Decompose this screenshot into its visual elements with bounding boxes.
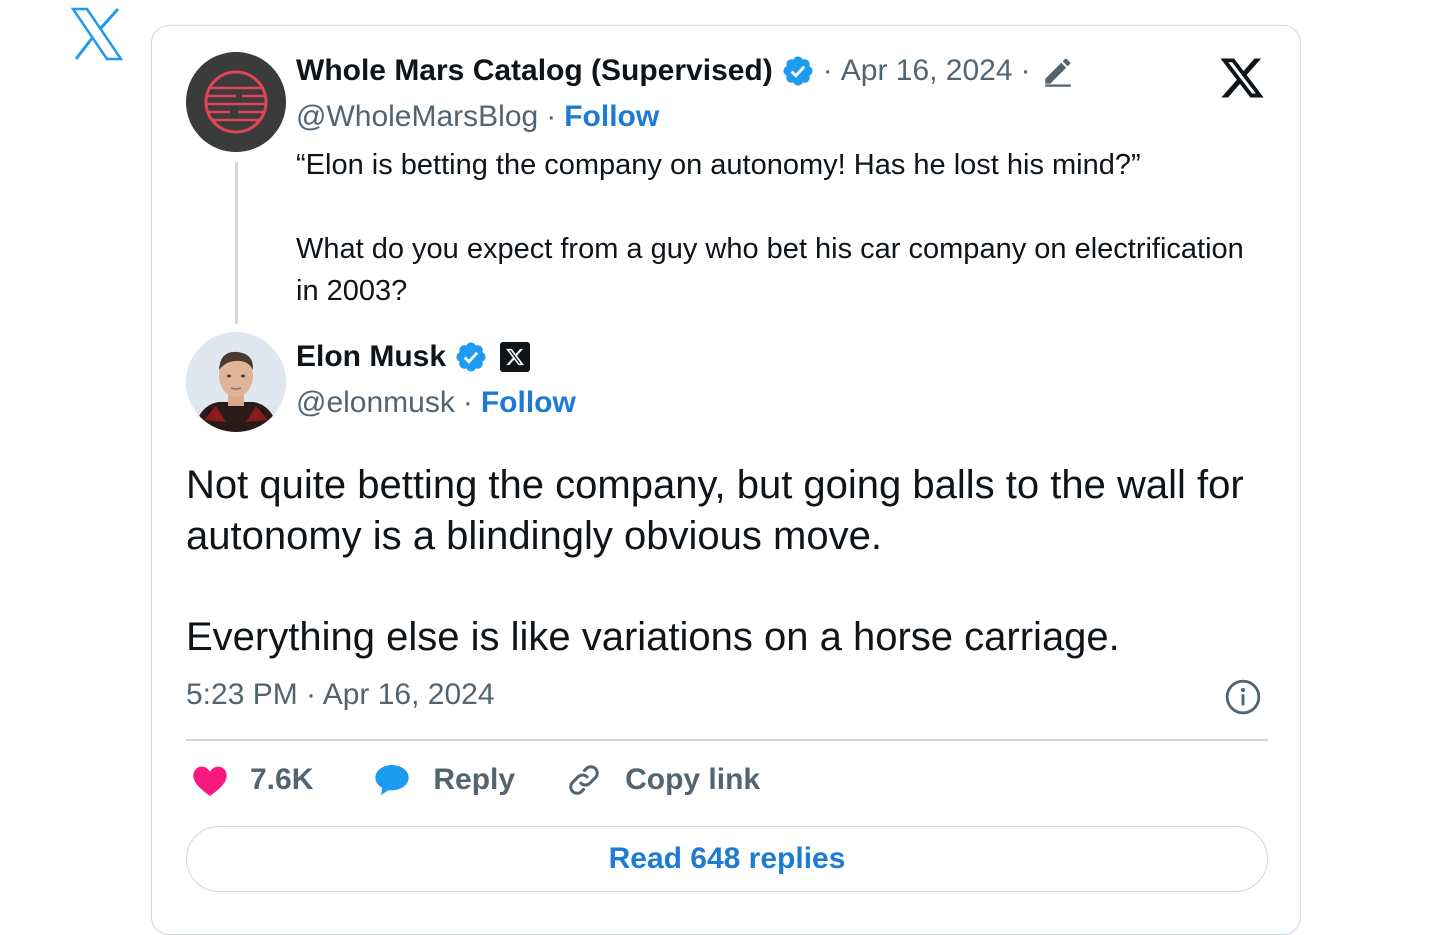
pencil-icon[interactable] [1041, 54, 1075, 88]
main-author-row: Elon Musk [296, 340, 531, 374]
quoted-date[interactable]: Apr 16, 2024 [841, 54, 1013, 88]
separator-dot: · [1020, 54, 1031, 87]
follow-button[interactable]: Follow [481, 386, 576, 420]
affiliation-x-badge-icon[interactable] [500, 342, 531, 372]
info-icon[interactable] [1224, 678, 1262, 716]
tweet-timestamp[interactable]: 5:23 PM · Apr 16, 2024 [186, 678, 495, 712]
reply-label: Reply [433, 763, 516, 796]
read-replies-button[interactable]: Read 648 replies [186, 826, 1268, 892]
quoted-author-row: Whole Mars Catalog (Supervised) · Apr 16… [296, 54, 1075, 88]
quoted-handle-row: @WholeMarsBlog · Follow [296, 100, 659, 134]
x-logo-icon[interactable] [1218, 54, 1266, 102]
separator-dot: · [462, 386, 473, 419]
mars-logo-icon [186, 52, 286, 152]
copy-link-label: Copy link [625, 763, 761, 796]
like-count: 7.6K [250, 763, 314, 796]
main-text-paragraph: Not quite betting the company, but going… [186, 463, 1244, 558]
copy-link-button[interactable]: Copy link [565, 761, 760, 799]
separator-dot: · [546, 100, 557, 133]
heart-icon [193, 766, 227, 796]
x-logo-icon[interactable] [70, 6, 124, 62]
main-handle-row: @elonmusk · Follow [296, 386, 576, 420]
main-text-paragraph: Everything else is like variations on a … [186, 615, 1120, 659]
separator-dot: · [822, 54, 833, 87]
action-bar: 7.6K Reply Copy link [190, 760, 760, 800]
quoted-author-name[interactable]: Whole Mars Catalog (Supervised) [296, 54, 773, 88]
verified-badge-icon [456, 342, 486, 372]
quoted-text-line: “Elon is betting the company on autonomy… [296, 149, 1141, 181]
divider [186, 739, 1268, 741]
thread-connector [235, 162, 238, 324]
main-handle[interactable]: @elonmusk [296, 386, 455, 420]
reply-button[interactable]: Reply [371, 760, 515, 800]
quoted-text-line: What do you expect from a guy who bet hi… [296, 233, 1244, 307]
tweet-embed-card: Whole Mars Catalog (Supervised) · Apr 16… [151, 25, 1301, 935]
like-button[interactable]: 7.6K [190, 760, 313, 800]
avatar-wholemarsblog[interactable] [186, 52, 286, 152]
main-author-name[interactable]: Elon Musk [296, 340, 446, 374]
verified-badge-icon [783, 56, 813, 86]
main-tweet-text: Not quite betting the company, but going… [186, 460, 1246, 663]
follow-button[interactable]: Follow [564, 100, 659, 134]
quoted-handle[interactable]: @WholeMarsBlog [296, 100, 538, 134]
quoted-tweet-text: “Elon is betting the company on autonomy… [296, 144, 1256, 312]
avatar-elonmusk[interactable] [186, 332, 286, 432]
speech-bubble-icon [375, 765, 410, 795]
profile-photo [186, 332, 286, 432]
link-icon [569, 765, 599, 795]
